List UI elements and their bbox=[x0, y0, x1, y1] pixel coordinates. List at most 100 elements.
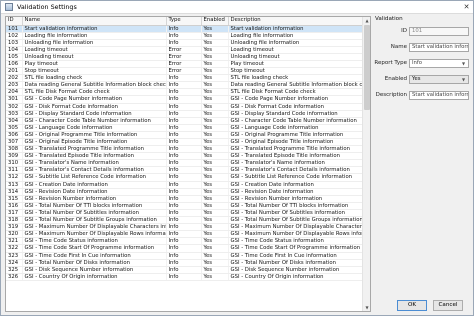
chevron-down-icon[interactable]: ▼ bbox=[460, 60, 467, 67]
cell-name: GSI - Disk Format Code information bbox=[22, 103, 167, 111]
cell-name: GSI - Translated Episode Title informati… bbox=[22, 152, 167, 161]
column-header-enabled[interactable]: Enabled bbox=[201, 17, 229, 26]
cell-description: Play timeout bbox=[228, 60, 364, 69]
table-row[interactable]: 308 GSI - Translated Programme Title info… bbox=[6, 145, 364, 154]
table-row[interactable]: 105 Unloading timeout Error Yes Unloading ti… bbox=[6, 53, 364, 61]
table-row[interactable]: 316 GSI - Total Number Of TTI blocks info… bbox=[6, 202, 364, 210]
table-row[interactable]: 202 STL file loading check Info Yes STL file… bbox=[6, 74, 364, 83]
table-row[interactable]: 324 GSI - Total Number Of Disks informati… bbox=[6, 259, 364, 267]
ok-button[interactable]: OK bbox=[397, 300, 427, 311]
column-header-id[interactable]: ID bbox=[6, 17, 23, 26]
cell-type: Info bbox=[166, 230, 202, 239]
table-row[interactable]: 326 GSI - Country Of Origin information In… bbox=[6, 273, 364, 281]
table-row[interactable]: 325 GSI - Disk Sequence Number informatio… bbox=[6, 266, 364, 274]
validation-grid[interactable]: ID Name Type Enabled Description 101 Star… bbox=[5, 16, 371, 312]
cell-id: 320 bbox=[6, 230, 23, 239]
cell-description: GSI - Code Page Number information bbox=[228, 95, 364, 104]
table-row[interactable]: 201 Stop timeout Error Yes Stop timeout bbox=[6, 67, 364, 76]
cell-type: Info bbox=[166, 39, 202, 47]
cell-description: Loading timeout bbox=[228, 46, 364, 54]
cell-id: 307 bbox=[6, 138, 23, 147]
cell-description: GSI - Disk Sequence Number information bbox=[228, 266, 364, 274]
cancel-button[interactable]: Cancel bbox=[433, 300, 463, 311]
cell-description: GSI - Total Number Of Subtitles informat… bbox=[228, 209, 364, 218]
cell-id: 313 bbox=[6, 181, 23, 189]
cell-enabled: Yes bbox=[201, 223, 229, 232]
cell-type: Info bbox=[166, 131, 202, 140]
table-row[interactable]: 318 GSI - Total Number Of Subtitle Groups… bbox=[6, 216, 364, 225]
scroll-thumb[interactable] bbox=[364, 25, 370, 110]
table-row[interactable]: 313 GSI - Creation Date information Info Ye… bbox=[6, 181, 364, 189]
table-row[interactable]: 305 GSI - Language Code information Info Ye… bbox=[6, 124, 364, 132]
cell-name: GSI - Maximum Number Of Displayable Rows… bbox=[22, 230, 167, 239]
table-row[interactable]: 311 GSI - Translator's Contact Details in… bbox=[6, 166, 364, 175]
table-row[interactable]: 101 Start validation information Info Yes St… bbox=[6, 25, 364, 33]
cell-description: GSI - Time Code Status information bbox=[228, 237, 364, 246]
chevron-down-icon[interactable]: ▼ bbox=[460, 76, 467, 83]
cell-enabled: Yes bbox=[201, 74, 229, 83]
table-row[interactable]: 306 GSI - Original Programme Title inform… bbox=[6, 131, 364, 140]
cell-description: GSI - Translator's Name information bbox=[228, 159, 364, 168]
cell-name: GSI - Revision Number information bbox=[22, 195, 167, 203]
table-row[interactable]: 312 GSI - Subtitle List Reference Code in… bbox=[6, 173, 364, 182]
scroll-up-icon[interactable]: ▲ bbox=[363, 17, 370, 24]
table-row[interactable]: 303 GSI - Display Standard Code informati… bbox=[6, 110, 364, 118]
table-row[interactable]: 203 Data reading General Subtitle Informa… bbox=[6, 81, 364, 90]
cell-description: GSI - Original Episode Title information bbox=[228, 138, 364, 147]
table-row[interactable]: 104 Loading timeout Error Yes Loading timeou… bbox=[6, 46, 364, 54]
table-row[interactable]: 102 Loading file information Info Yes Loadin… bbox=[6, 32, 364, 40]
cell-id: 323 bbox=[6, 252, 23, 260]
cell-name: STL file Disk Format Code check bbox=[22, 88, 167, 97]
cell-id: 326 bbox=[6, 273, 23, 281]
name-field[interactable]: Start validation informati bbox=[409, 43, 469, 52]
cell-description: GSI - Total Number Of Subtitle Groups in… bbox=[228, 216, 364, 225]
cell-id: 325 bbox=[6, 266, 23, 274]
report-type-select[interactable]: Info ▼ bbox=[409, 59, 469, 68]
cell-name: Data reading General Subtitle Informatio… bbox=[22, 81, 167, 90]
table-row[interactable]: 106 Play timeout Error Yes Play timeout bbox=[6, 60, 364, 69]
table-row[interactable]: 301 GSI - Code Page Number information Inf… bbox=[6, 95, 364, 104]
table-row[interactable]: 204 STL file Disk Format Code check Info Ye… bbox=[6, 88, 364, 97]
table-row[interactable]: 309 GSI - Translated Episode Title inform… bbox=[6, 152, 364, 161]
enabled-select[interactable]: Yes ▼ bbox=[409, 75, 469, 84]
grid-scrollbar[interactable]: ▲ ▼ bbox=[362, 17, 370, 311]
cell-enabled: Yes bbox=[201, 159, 229, 168]
cell-id: 317 bbox=[6, 209, 23, 218]
table-row[interactable]: 319 GSI - Maximum Number Of Displayable C… bbox=[6, 223, 364, 232]
cell-enabled: Yes bbox=[201, 88, 229, 97]
cell-type: Info bbox=[166, 159, 202, 168]
scroll-down-icon[interactable]: ▼ bbox=[363, 304, 370, 311]
table-row[interactable]: 315 GSI - Revision Number information Info… bbox=[6, 195, 364, 203]
cell-type: Info bbox=[166, 252, 202, 260]
close-button[interactable]: ✕ bbox=[462, 3, 471, 11]
table-row[interactable]: 302 GSI - Disk Format Code information Inf… bbox=[6, 103, 364, 111]
cell-description: GSI - Revision Number information bbox=[228, 195, 364, 203]
table-row[interactable]: 103 Unloading file information Info Yes Unlo… bbox=[6, 39, 364, 47]
cell-description: GSI - Time Code First In Cue information bbox=[228, 252, 364, 260]
column-header-name[interactable]: Name bbox=[22, 17, 167, 26]
column-header-description[interactable]: Description bbox=[228, 17, 364, 26]
cell-type: Info bbox=[166, 166, 202, 175]
id-field[interactable]: 101 bbox=[409, 27, 469, 36]
description-field[interactable]: Start validation informati bbox=[409, 91, 469, 100]
cell-enabled: Yes bbox=[201, 273, 229, 281]
table-row[interactable]: 314 GSI - Revision Date information Info Ye… bbox=[6, 188, 364, 196]
table-row[interactable]: 307 GSI - Original Episode Title informat… bbox=[6, 138, 364, 147]
column-header-type[interactable]: Type bbox=[166, 17, 202, 26]
table-row[interactable]: 321 GSI - Time Code Status information Inf… bbox=[6, 237, 364, 246]
table-row[interactable]: 310 GSI - Translator's Name information In… bbox=[6, 159, 364, 168]
cell-enabled: Yes bbox=[201, 216, 229, 225]
cell-name: GSI - Original Programme Title informati… bbox=[22, 131, 167, 140]
cell-enabled: Yes bbox=[201, 252, 229, 260]
table-row[interactable]: 322 GSI - Time Code Start Of Programme in… bbox=[6, 244, 364, 253]
cell-id: 302 bbox=[6, 103, 23, 111]
cell-type: Info bbox=[166, 244, 202, 253]
table-row[interactable]: 304 GSI - Character Code Table Number inf… bbox=[6, 117, 364, 125]
table-row[interactable]: 317 GSI - Total Number Of Subtitles infor… bbox=[6, 209, 364, 218]
table-row[interactable]: 323 GSI - Time Code First In Cue informat… bbox=[6, 252, 364, 260]
report-type-label: Report Type bbox=[374, 60, 407, 66]
cell-type: Info bbox=[166, 145, 202, 154]
cell-enabled: Yes bbox=[201, 166, 229, 175]
cell-description: GSI - Translator's Contact Details infor… bbox=[228, 166, 364, 175]
table-row[interactable]: 320 GSI - Maximum Number Of Displayable R… bbox=[6, 230, 364, 239]
